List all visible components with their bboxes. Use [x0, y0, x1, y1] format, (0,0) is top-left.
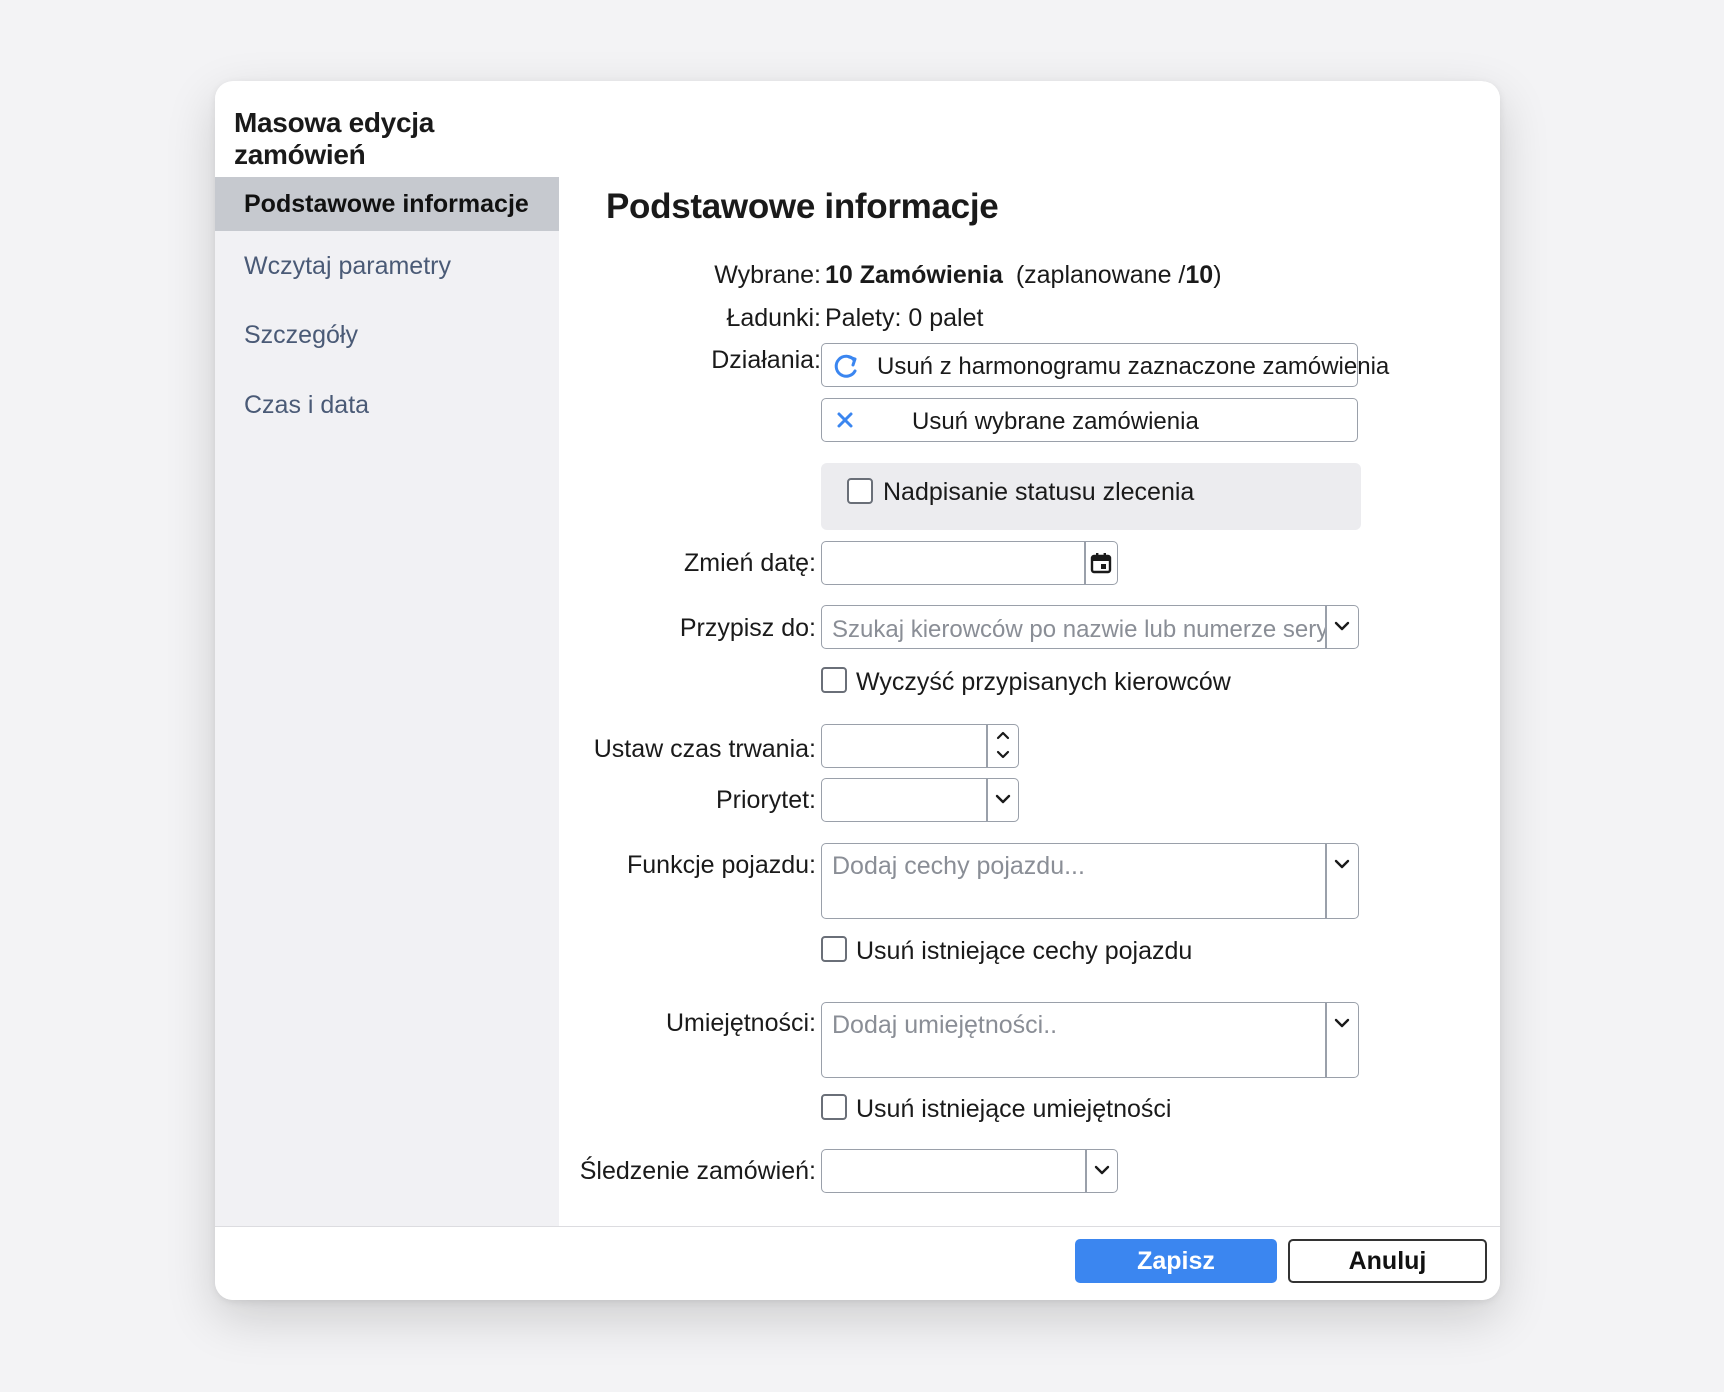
unschedule-orders-button[interactable]: Usuń z harmonogramu zaznaczone zamówieni… — [821, 343, 1389, 387]
section-title: Podstawowe informacje — [606, 187, 999, 226]
skills-dropdown-button[interactable] — [1326, 1003, 1358, 1077]
chevron-down-icon — [1094, 1164, 1110, 1176]
chevron-down-icon — [995, 793, 1011, 805]
sidebar: Masowa edycja zamówień Podstawowe inform… — [215, 81, 559, 1226]
assign-dropdown-button[interactable] — [1326, 606, 1358, 648]
change-date-label: Zmień datę: — [683, 549, 816, 577]
chevron-down-icon[interactable] — [996, 749, 1010, 761]
planned-prefix: (zaplanowane / — [1015, 261, 1186, 289]
duration-label: Ustaw czas trwania: — [593, 735, 816, 763]
vehicle-features-placeholder: Dodaj cechy pojazdu... — [832, 852, 1085, 880]
chevron-down-icon — [1334, 858, 1350, 870]
chevron-down-icon — [1334, 620, 1350, 632]
refresh-icon — [832, 352, 860, 380]
close-icon — [832, 407, 860, 435]
assign-driver-select[interactable]: Szukaj kierowców po nazwie lub numerze s… — [821, 605, 1359, 649]
sidebar-item-time-date[interactable]: Czas i data — [215, 378, 559, 432]
planned-total: 10 — [1185, 261, 1214, 289]
remove-skills-label: Usuń istniejące umiejętności — [856, 1095, 1172, 1123]
remove-vehicle-features-label: Usuń istniejące cechy pojazdu — [856, 937, 1193, 965]
skills-label: Umiejętności: — [665, 1009, 816, 1037]
vehicle-features-label: Funkcje pojazdu: — [626, 851, 816, 879]
calendar-icon — [1089, 551, 1113, 575]
unschedule-orders-label: Usuń z harmonogramu zaznaczone zamówieni… — [877, 353, 1390, 380]
cancel-button[interactable]: Anuluj — [1288, 1239, 1487, 1283]
remove-skills-checkbox[interactable] — [821, 1094, 847, 1120]
priority-dropdown-button[interactable] — [988, 779, 1018, 821]
tracking-dropdown-button[interactable] — [1086, 1150, 1117, 1192]
chevron-down-icon — [1334, 1017, 1350, 1029]
sidebar-item-load-parameters[interactable]: Wczytaj parametry — [215, 239, 559, 293]
override-status-checkbox[interactable] — [847, 478, 873, 504]
change-date-input[interactable] — [821, 541, 1118, 585]
calendar-button[interactable] — [1085, 542, 1117, 584]
loads-value: Palety: 0 palet — [825, 304, 984, 332]
override-status-label: Nadpisanie statusu zlecenia — [883, 478, 1195, 506]
clear-drivers-label: Wyczyść przypisanych kierowców — [856, 668, 1231, 696]
chevron-up-icon[interactable] — [996, 729, 1010, 741]
planned-suffix: ) — [1213, 261, 1222, 289]
remove-vehicle-features-checkbox[interactable] — [821, 936, 847, 962]
delete-orders-button[interactable]: Usuń wybrane zamówienia — [821, 398, 1358, 442]
skills-placeholder: Dodaj umiejętności.. — [832, 1011, 1058, 1039]
duration-input[interactable] — [821, 724, 1019, 768]
assign-driver-placeholder: Szukaj kierowców po nazwie lub numerze s… — [832, 616, 1327, 643]
save-button[interactable]: Zapisz — [1075, 1239, 1277, 1283]
actions-label: Działania: — [711, 346, 821, 374]
assign-to-label: Przypisz do: — [679, 614, 816, 642]
tracking-label: Śledzenie zamówień: — [579, 1157, 816, 1185]
skills-select[interactable]: Dodaj umiejętności.. — [821, 1002, 1359, 1078]
sidebar-header: Masowa edycja zamówień — [215, 81, 559, 177]
tracking-select[interactable] — [821, 1149, 1118, 1193]
priority-select[interactable] — [821, 778, 1019, 822]
clear-drivers-checkbox[interactable] — [821, 667, 847, 693]
selected-value: 10 Zamówienia (zaplanowane /10) — [825, 261, 1222, 290]
bulk-edit-dialog: Masowa edycja zamówień Podstawowe inform… — [215, 81, 1500, 1300]
dialog-title: Masowa edycja zamówień — [234, 107, 434, 170]
vehicle-features-dropdown-button[interactable] — [1326, 844, 1358, 918]
selected-count: 10 Zamówienia — [825, 261, 1003, 289]
loads-label: Ładunki: — [726, 304, 821, 332]
duration-stepper[interactable] — [988, 725, 1018, 767]
priority-label: Priorytet: — [715, 786, 816, 814]
sidebar-item-details[interactable]: Szczegóły — [215, 308, 559, 362]
sidebar-item-basic-info[interactable]: Podstawowe informacje — [215, 177, 559, 231]
selected-label: Wybrane: — [714, 261, 821, 289]
vehicle-features-select[interactable]: Dodaj cechy pojazdu... — [821, 843, 1359, 919]
delete-orders-label: Usuń wybrane zamówienia — [912, 408, 1199, 435]
